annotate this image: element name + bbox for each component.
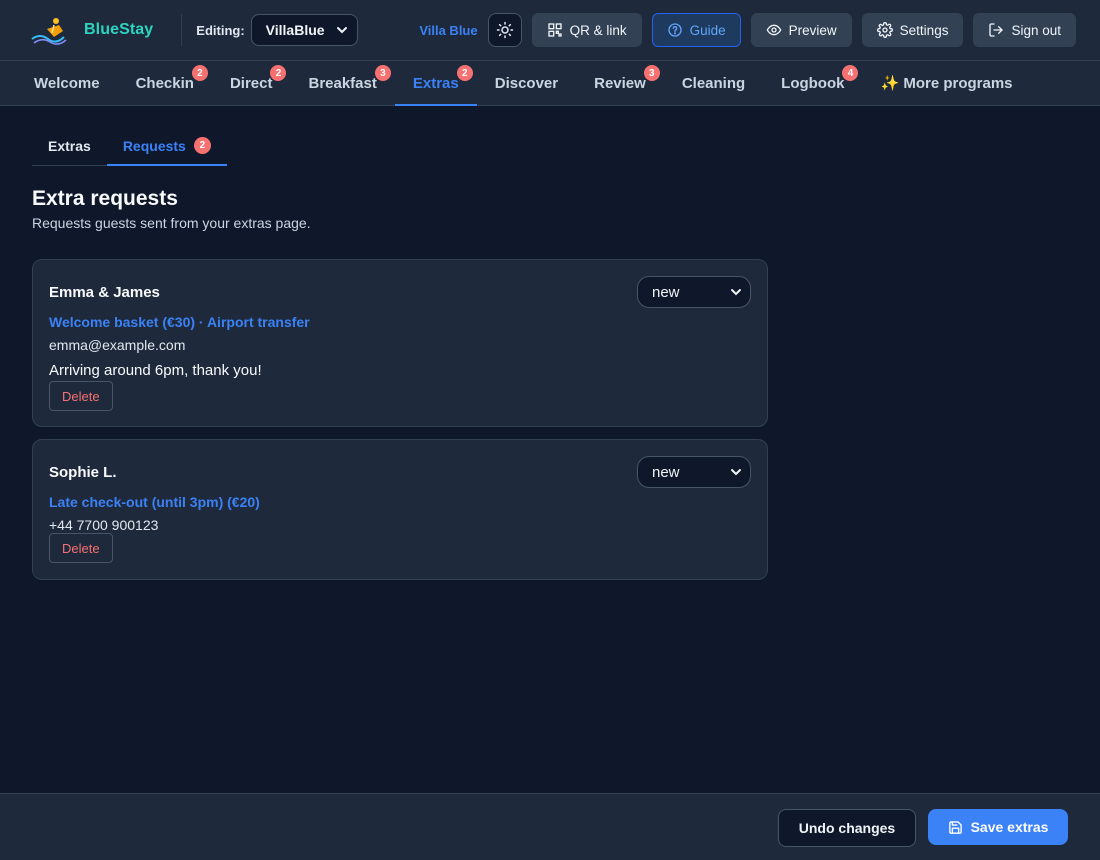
nav-label: Checkin: [135, 74, 194, 92]
nav-label: Review: [594, 74, 646, 92]
status-select-value: new: [652, 463, 680, 481]
settings-button[interactable]: Settings: [861, 13, 964, 47]
delete-request-button[interactable]: Delete: [49, 533, 113, 563]
gear-icon: [876, 22, 893, 38]
nav-badge: 2: [270, 65, 287, 81]
guide-label: Guide: [689, 22, 726, 38]
help-circle-icon: [667, 23, 682, 37]
requests-count-badge: 2: [193, 137, 211, 154]
nav-badge: 2: [456, 65, 473, 81]
save-icon: [948, 820, 962, 834]
qr-link-label: QR & link: [569, 22, 627, 38]
guest-contact: +44 7700 900123: [49, 517, 159, 533]
top-header: BlueStay Editing: VillaBlue Villa Blue Q…: [0, 0, 1100, 60]
chevron-down-icon: [731, 289, 741, 296]
sign-out-label: Sign out: [1011, 22, 1061, 38]
header-divider: [181, 14, 183, 46]
villa-name-link[interactable]: Villa Blue: [419, 23, 477, 38]
logout-icon: [989, 23, 1004, 37]
sun-icon: [496, 21, 513, 39]
editing-label: Editing:: [196, 22, 245, 38]
tab-extras[interactable]: Extras: [32, 126, 107, 165]
page-subtitle: Requests guests sent from your extras pa…: [32, 215, 311, 231]
undo-changes-button[interactable]: Undo changes: [778, 809, 916, 847]
status-select-value: new: [652, 283, 680, 301]
brand[interactable]: BlueStay: [30, 15, 153, 45]
guide-button[interactable]: Guide: [651, 13, 741, 47]
nav-item-welcome[interactable]: Welcome: [16, 61, 118, 105]
nav-label: ✨ More programs: [880, 75, 1013, 92]
chevron-down-icon: [731, 469, 741, 476]
nav-badge: 3: [374, 65, 391, 81]
nav-label: Discover: [494, 74, 559, 92]
nav-label: Extras: [412, 74, 459, 92]
guest-contact: emma@example.com: [49, 337, 186, 353]
bluestay-logo-icon: [31, 18, 67, 45]
nav-badge: 4: [842, 65, 859, 81]
property-select-value: VillaBlue: [265, 22, 325, 38]
save-extras-button[interactable]: Save extras: [928, 809, 1068, 845]
sign-out-button[interactable]: Sign out: [973, 13, 1076, 47]
main-nav: Welcome Checkin 2 Direct 2 Breakfast 3 E…: [0, 60, 1100, 106]
nav-item-logbook[interactable]: Logbook 4: [763, 61, 862, 105]
nav-item-checkin[interactable]: Checkin 2: [118, 61, 212, 105]
property-select[interactable]: VillaBlue: [250, 14, 358, 46]
guest-name: Sophie L.: [49, 464, 117, 481]
delete-request-button[interactable]: Delete: [49, 381, 113, 411]
nav-item-review[interactable]: Review 3: [576, 61, 664, 105]
action-footer: Undo changes Save extras: [0, 793, 1100, 860]
nav-item-discover[interactable]: Discover: [477, 61, 576, 105]
nav-label: Breakfast: [308, 74, 377, 92]
tab-requests[interactable]: Requests 2: [106, 126, 227, 166]
nav-item-extras[interactable]: Extras 2: [394, 61, 477, 106]
guest-note: Arriving around 6pm, thank you!: [49, 362, 262, 379]
status-select[interactable]: new: [637, 276, 751, 308]
extras-subtabs: Extras Requests 2: [32, 126, 227, 166]
requested-items: Late check-out (until 3pm) (€20): [49, 494, 260, 510]
tab-label: Requests: [122, 137, 186, 154]
preview-button[interactable]: Preview: [750, 13, 852, 47]
request-card: Emma & James new Welcome basket (€30) · …: [32, 259, 768, 427]
nav-item-direct[interactable]: Direct 2: [212, 61, 291, 105]
eye-icon: [766, 24, 782, 36]
requested-items: Welcome basket (€30) · Airport transfer: [49, 314, 310, 330]
nav-badge: 2: [191, 65, 208, 81]
settings-label: Settings: [899, 22, 949, 38]
nav-item-more-programs[interactable]: ✨ More programs: [862, 61, 1030, 105]
nav-label: Cleaning: [681, 74, 746, 92]
nav-badge: 3: [643, 65, 660, 81]
qr-code-icon: [547, 23, 562, 37]
save-extras-label: Save extras: [970, 819, 1049, 835]
chevron-down-icon: [336, 27, 347, 34]
theme-toggle-button[interactable]: [487, 13, 522, 47]
brand-name: BlueStay: [84, 21, 154, 38]
tab-label: Extras: [48, 137, 91, 154]
request-card: Sophie L. new Late check-out (until 3pm)…: [32, 439, 768, 580]
nav-item-cleaning[interactable]: Cleaning: [664, 61, 763, 105]
page-title: Extra requests: [32, 187, 178, 210]
status-select[interactable]: new: [637, 456, 751, 488]
nav-label: Welcome: [34, 74, 100, 92]
nav-label: Direct: [229, 74, 273, 92]
qr-link-button[interactable]: QR & link: [531, 13, 642, 47]
preview-label: Preview: [788, 22, 837, 38]
guest-name: Emma & James: [49, 284, 160, 301]
nav-label: Logbook: [781, 74, 845, 92]
nav-item-breakfast[interactable]: Breakfast 3: [290, 61, 394, 105]
